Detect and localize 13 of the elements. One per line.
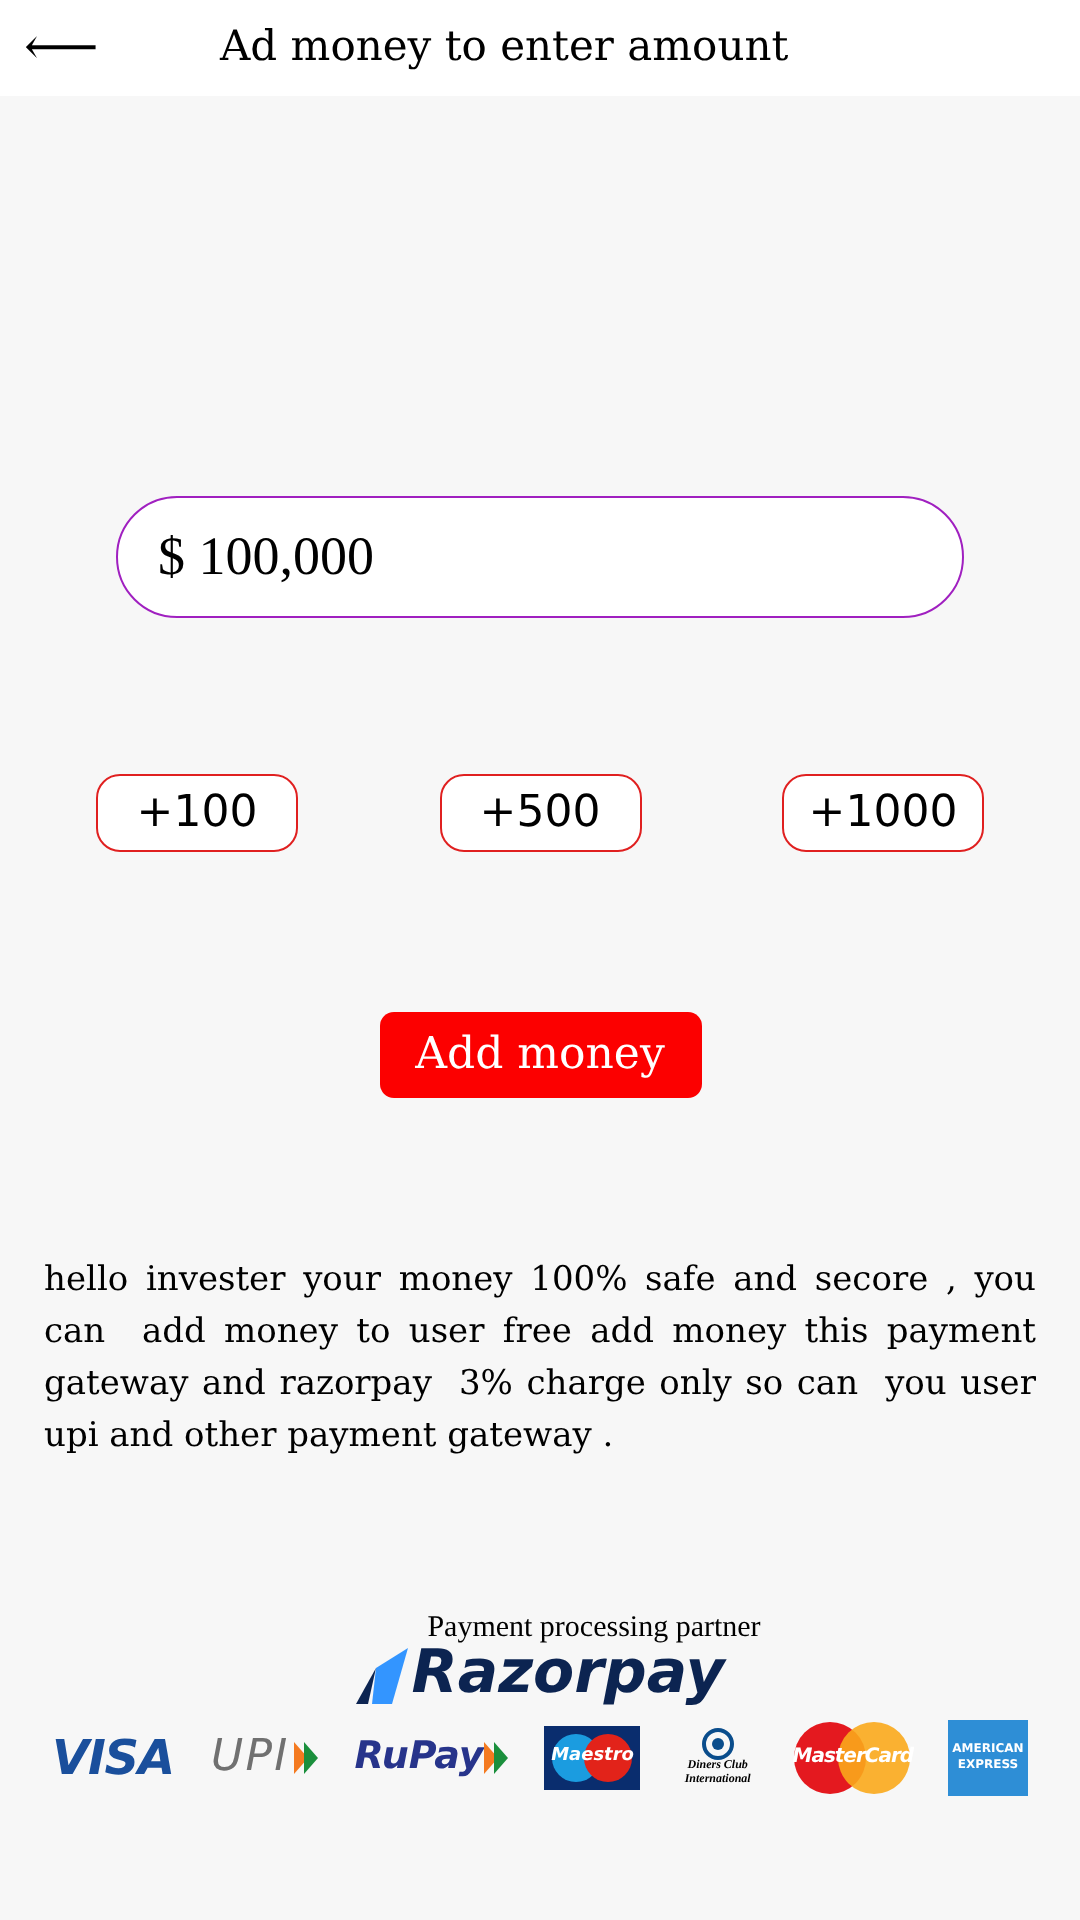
- quick-amount-button[interactable]: +100: [96, 774, 298, 852]
- add-money-button[interactable]: Add money: [379, 1012, 701, 1098]
- quick-amount-button[interactable]: +500: [439, 774, 641, 852]
- visa-logo: VISA: [52, 1727, 174, 1789]
- partner-caption: Payment processing partner: [427, 1610, 761, 1648]
- rupay-logo: RuPay: [354, 1728, 508, 1786]
- quick-amount-button[interactable]: +1000: [782, 774, 984, 852]
- back-button[interactable]: ⟵: [24, 22, 104, 74]
- upi-logo: UPI: [211, 1724, 318, 1790]
- amount-field[interactable]: $ 100,000: [116, 496, 964, 618]
- razorpay-logo: Razorpay: [355, 1643, 725, 1703]
- page-title: Ad money to enter amount: [220, 20, 789, 75]
- notice-text: hello invester your money 100% safe and secore , you can add money to user free add money this payment gateway and razorpay 3% charge only so can you user upi and other payment gateway .: [42, 1258, 1038, 1460]
